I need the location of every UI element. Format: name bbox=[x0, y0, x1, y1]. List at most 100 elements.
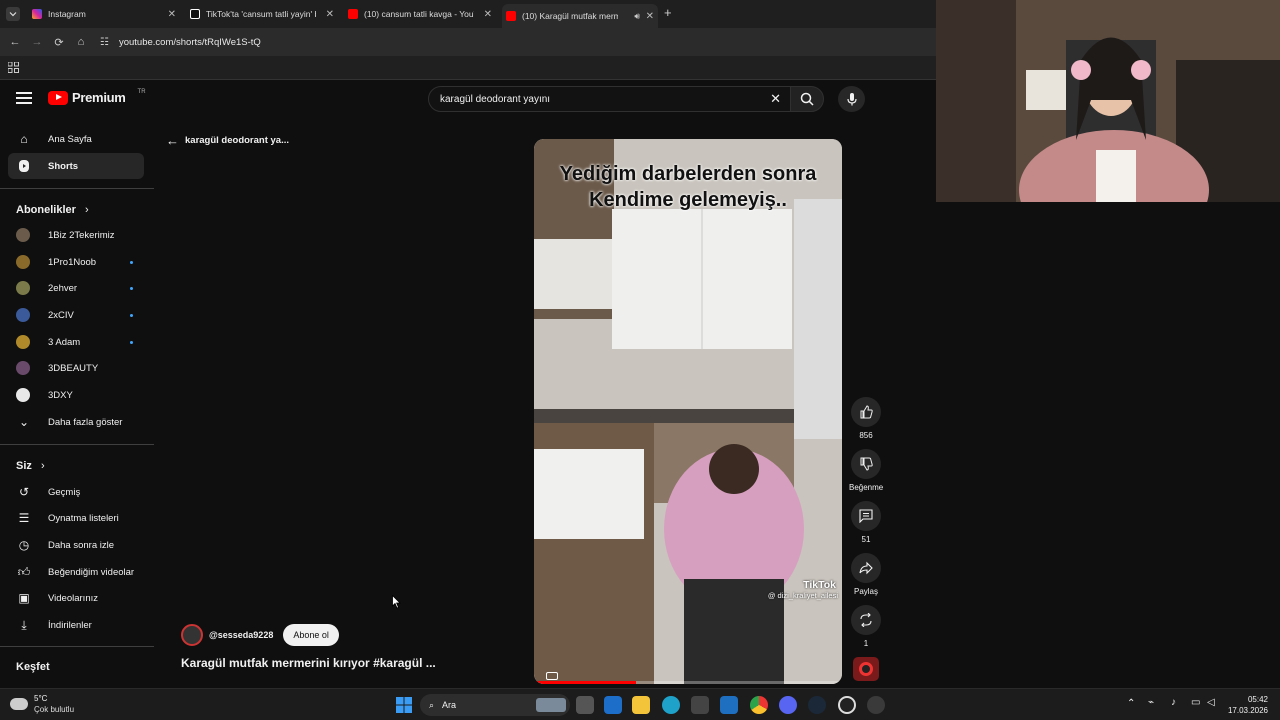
comment-icon bbox=[859, 509, 873, 523]
you-heading[interactable]: Siz › bbox=[16, 460, 45, 472]
sidebar-item-downloads[interactable]: ⤓ İndirilenler bbox=[8, 612, 144, 638]
sidebar-item-home[interactable]: ⌂ Ana Sayfa bbox=[8, 126, 144, 152]
microphone-icon[interactable]: ♪ bbox=[1171, 697, 1176, 708]
weather-temp: 5°C bbox=[34, 694, 48, 703]
network-icon[interactable]: ⌁ bbox=[1148, 697, 1154, 708]
tab-list-dropdown[interactable] bbox=[6, 7, 20, 21]
hamburger-menu-icon[interactable] bbox=[16, 92, 32, 106]
sidebar-item-playlists[interactable]: ☰ Oynatma listeleri bbox=[8, 505, 144, 531]
thumb-up-icon bbox=[860, 405, 873, 419]
caption-line: Kendime gelemeyiş.. bbox=[589, 189, 787, 211]
close-tab-icon[interactable]: ✕ bbox=[168, 9, 176, 20]
recording-app-icon[interactable] bbox=[867, 696, 885, 714]
sidebar-item-shorts[interactable]: Shorts bbox=[8, 153, 144, 179]
site-settings-icon[interactable]: ☷ bbox=[100, 37, 109, 48]
sidebar-item-label: Daha fazla göster bbox=[48, 416, 123, 428]
tab-label: (10) Karagül mutfak merme bbox=[522, 11, 618, 21]
sidebar-item-subscription[interactable]: 1Pro1Noob bbox=[8, 249, 144, 275]
sound-avatar[interactable] bbox=[853, 657, 879, 681]
sidebar-item-history[interactable]: ↺ Geçmiş bbox=[8, 479, 144, 505]
like-button[interactable] bbox=[851, 397, 881, 427]
sidebar-item-subscription[interactable]: 1Biz 2Tekerimiz bbox=[8, 222, 144, 248]
back-arrow-icon[interactable]: ← bbox=[4, 36, 26, 48]
back-to-search[interactable]: ← karagül deodorant ya... bbox=[166, 133, 289, 148]
sidebar-item-label: Geçmiş bbox=[48, 486, 81, 498]
captions-icon[interactable] bbox=[546, 672, 558, 680]
store-icon[interactable] bbox=[691, 696, 709, 714]
app-icon[interactable] bbox=[604, 696, 622, 714]
thumb-down-icon bbox=[860, 457, 873, 471]
sidebar-item-subscription[interactable]: 3DBEAUTY bbox=[8, 355, 144, 381]
sidebar: ⌂ Ana Sayfa Shorts Abonelikler › 1Biz 2T… bbox=[0, 124, 154, 688]
subscribe-button[interactable]: Abone ol bbox=[283, 624, 339, 646]
remix-action: 1 bbox=[849, 605, 883, 648]
display-icon[interactable]: ▭ bbox=[1191, 697, 1200, 708]
youtube-logo[interactable]: Premium TR bbox=[48, 89, 148, 105]
divider bbox=[0, 444, 154, 445]
sidebar-item-subscription[interactable]: 2ehver bbox=[8, 275, 144, 301]
taskbar-search[interactable]: ⌕ Ara bbox=[420, 694, 570, 716]
address-bar-url[interactable]: youtube.com/shorts/tRqIWe1S-tQ bbox=[119, 37, 261, 48]
apps-grid-icon[interactable] bbox=[8, 62, 19, 73]
remix-button[interactable] bbox=[851, 605, 881, 635]
voice-search-button[interactable] bbox=[838, 86, 865, 112]
file-explorer-icon[interactable] bbox=[632, 696, 650, 714]
browser-toolbar: ← → ⟳ ⌂ ☷ youtube.com/shorts/tRqIWe1S-tQ bbox=[0, 28, 936, 56]
edge-icon[interactable] bbox=[662, 696, 680, 714]
steam-icon[interactable] bbox=[808, 696, 826, 714]
obs-icon[interactable] bbox=[838, 696, 856, 714]
subscriptions-heading[interactable]: Abonelikler › bbox=[16, 204, 89, 216]
clear-search-icon[interactable]: ✕ bbox=[770, 91, 781, 107]
clock-time: 05:42 bbox=[1247, 695, 1268, 704]
tab-tiktok[interactable]: TikTok'ta 'cansum tatli yayin' bu ✕ bbox=[186, 4, 338, 24]
tab-youtube-kavga[interactable]: (10) cansum tatli kavga - YouTu ✕ bbox=[344, 4, 496, 24]
reload-icon[interactable]: ⟳ bbox=[48, 36, 70, 49]
bookmarks-bar bbox=[0, 56, 936, 80]
video-progress-bar[interactable] bbox=[534, 681, 842, 684]
comments-button[interactable] bbox=[851, 501, 881, 531]
dislike-button[interactable] bbox=[851, 449, 881, 479]
home-icon[interactable]: ⌂ bbox=[70, 36, 92, 48]
channel-avatar bbox=[16, 361, 30, 375]
sidebar-item-subscription[interactable]: 3DXY bbox=[8, 382, 144, 408]
speaker-icon[interactable]: 🔊︎ bbox=[634, 11, 640, 22]
share-button[interactable] bbox=[851, 553, 881, 583]
channel-name[interactable]: @sesseda9228 bbox=[209, 630, 273, 640]
channel-avatar bbox=[16, 388, 30, 402]
close-tab-icon[interactable]: ✕ bbox=[646, 11, 654, 22]
chevron-up-icon[interactable]: ⌃ bbox=[1127, 698, 1135, 709]
chrome-icon[interactable] bbox=[750, 696, 768, 714]
mouse-cursor bbox=[392, 595, 401, 609]
sidebar-item-label: 3DBEAUTY bbox=[48, 362, 99, 374]
weather-widget[interactable]: 5°C Çok bulutlu bbox=[10, 693, 74, 715]
clock[interactable]: 05:42 17.03.2026 bbox=[1220, 694, 1268, 716]
windows-start-icon[interactable] bbox=[396, 697, 412, 713]
outlook-icon[interactable] bbox=[720, 696, 738, 714]
remix-icon bbox=[860, 613, 872, 627]
back-label: karagül deodorant ya... bbox=[185, 135, 289, 146]
new-tab-button[interactable]: + bbox=[664, 5, 672, 20]
show-more-button[interactable]: ⌄ Daha fazla göster bbox=[8, 409, 144, 435]
forward-arrow-icon[interactable]: → bbox=[26, 36, 48, 48]
sidebar-item-watch-later[interactable]: ◷ Daha sonra izle bbox=[8, 532, 144, 558]
sidebar-item-subscription[interactable]: 2xCIV bbox=[8, 302, 144, 328]
sidebar-item-your-videos[interactable]: ▣ Videolarınız bbox=[8, 585, 144, 611]
task-view-icon[interactable] bbox=[576, 696, 594, 714]
close-tab-icon[interactable]: ✕ bbox=[484, 9, 492, 20]
channel-avatar[interactable] bbox=[181, 624, 203, 646]
tab-instagram[interactable]: Instagram ✕ bbox=[28, 4, 180, 24]
volume-icon[interactable]: ◁ bbox=[1207, 697, 1215, 708]
sidebar-item-subscription[interactable]: 3 Adam bbox=[8, 329, 144, 355]
search-button[interactable] bbox=[790, 86, 824, 112]
short-title[interactable]: Karagül mutfak mermerini kırıyor #karagü… bbox=[181, 656, 436, 670]
sidebar-item-label: İndirilenler bbox=[48, 619, 92, 631]
tab-youtube-active[interactable]: (10) Karagül mutfak merme 🔊︎ ✕ bbox=[502, 4, 658, 28]
close-tab-icon[interactable]: ✕ bbox=[326, 9, 334, 20]
search-input[interactable]: karagül deodorant yayını ✕ bbox=[428, 86, 792, 112]
sidebar-item-liked[interactable]: 👍︎ Beğendiğim videolar bbox=[8, 559, 144, 585]
search-icon: ⌕ bbox=[429, 699, 435, 710]
shorts-video-player[interactable]: Yediğim darbelerden sonra Kendime geleme… bbox=[534, 139, 842, 684]
share-icon bbox=[859, 561, 873, 575]
youtube-play-icon bbox=[48, 90, 68, 105]
discord-icon[interactable] bbox=[779, 696, 797, 714]
